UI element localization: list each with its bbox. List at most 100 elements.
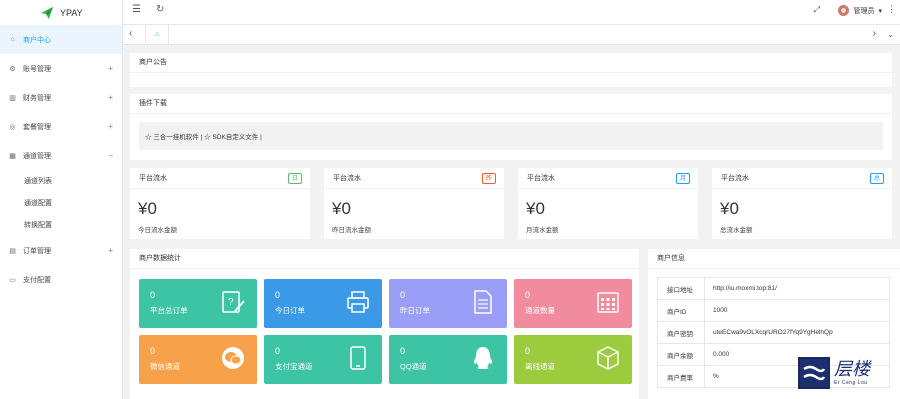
- plugin-links[interactable]: ☆ 三合一挂机软件 | ☆ SDK自定义文件 |: [139, 122, 883, 150]
- info-key: 商户余额: [657, 343, 705, 366]
- tile-today-orders[interactable]: 0 今日订单: [264, 279, 382, 328]
- stat-card-total: 平台流水 总 ¥0 总流水金额: [712, 168, 892, 239]
- tile-number: 0: [150, 290, 156, 300]
- stat-value: ¥0: [138, 199, 157, 218]
- sidebar-item-finance[interactable]: ▥ 财务管理 +: [0, 83, 122, 112]
- stat-card-today: 平台流水 日 ¥0 今日流水金额: [130, 168, 310, 239]
- sidebar-subitem-convert-config[interactable]: 转换配置: [0, 214, 122, 236]
- printer-icon: [347, 291, 369, 313]
- tile-alipay-channel[interactable]: 0 支付宝通道: [264, 335, 382, 384]
- user-menu[interactable]: 管理员 ▾: [838, 5, 882, 16]
- sidebar-item-payment-config[interactable]: ▭ 支付配置: [0, 265, 122, 294]
- tile-yesterday-orders[interactable]: 0 昨日订单: [389, 279, 507, 328]
- brand-name: YPAY: [60, 7, 83, 18]
- tile-number: 0: [525, 346, 531, 356]
- collapse-icon: −: [108, 151, 113, 160]
- table-row: 商户ID 1000: [657, 299, 890, 322]
- plugin-panel: 插件下载 ☆ 三合一挂机软件 | ☆ SDK自定义文件 |: [130, 94, 892, 160]
- info-key: 接口地址: [657, 277, 705, 300]
- gear-icon: ⚙: [9, 65, 16, 73]
- stat-caption: 昨日流水金额: [332, 227, 371, 234]
- tile-number: 0: [525, 290, 531, 300]
- stat-value: ¥0: [526, 199, 545, 218]
- table-row: 商户密钥 uteECwa9vOLXcqrURO27fYq9YgHelhQp: [657, 321, 890, 344]
- panel-title: 商户公告: [130, 53, 892, 73]
- tab-prev-icon[interactable]: ‹: [129, 28, 132, 39]
- more-icon[interactable]: ⋮: [887, 4, 896, 15]
- document-edit-icon: ?: [222, 291, 245, 313]
- watermark-logo: 层楼 Er Ceng Lou: [798, 351, 894, 395]
- stat-caption: 月流水金额: [526, 227, 559, 234]
- sidebar-item-account[interactable]: ⚙ 账号管理 +: [0, 54, 122, 83]
- sidebar-item-merchant-center[interactable]: ⌂ 商户中心: [0, 25, 122, 54]
- tablet-icon: [350, 346, 366, 370]
- money-icon: ▭: [9, 276, 16, 284]
- sidebar-item-package[interactable]: ◎ 套餐管理 +: [0, 112, 122, 141]
- tile-number: 0: [150, 346, 156, 356]
- sidebar-item-orders[interactable]: ▤ 订单管理 +: [0, 236, 122, 265]
- stat-title: 平台流水: [333, 175, 361, 182]
- panel-title: 插件下载: [130, 94, 892, 114]
- expand-icon: +: [108, 246, 113, 255]
- calendar-grid-icon: [597, 292, 619, 313]
- tab-home[interactable]: ⌂: [145, 25, 169, 44]
- expand-icon: +: [108, 122, 113, 131]
- tile-wechat-channel[interactable]: 0 微信通道: [139, 335, 257, 384]
- brand-logo[interactable]: YPAY: [0, 0, 122, 25]
- panel-title: 商户信息: [648, 249, 900, 269]
- home-icon: ⌂: [154, 31, 160, 38]
- svg-text:?: ?: [228, 297, 234, 308]
- sidebar-subitem-channel-config[interactable]: 通道配置: [0, 192, 122, 214]
- home-icon: ⌂: [10, 36, 15, 43]
- stat-card-yesterday: 平台流水 昨 ¥0 昨日流水金额: [324, 168, 504, 239]
- tile-total-orders[interactable]: 0 平台总订单 ?: [139, 279, 257, 328]
- tag-icon: ▤: [9, 247, 16, 255]
- tab-bar: ‹ ⌂ › ⌄: [123, 25, 900, 45]
- qq-penguin-icon: [473, 347, 493, 369]
- refresh-icon[interactable]: ↻: [156, 4, 164, 15]
- sidebar-item-label: 财务管理: [23, 94, 51, 102]
- paper-plane-icon: [40, 6, 54, 19]
- sidebar-item-label: 通道管理: [23, 152, 51, 160]
- info-value: uteECwa9vOLXcqrURO27fYq9YgHelhQp: [704, 321, 890, 344]
- stat-value: ¥0: [720, 199, 739, 218]
- tile-label: 通道数量: [525, 306, 555, 315]
- sidebar-item-label: 套餐管理: [23, 123, 51, 131]
- info-key: 商户ID: [657, 299, 705, 322]
- stat-card-month: 平台流水 月 ¥0 月流水金额: [518, 168, 698, 239]
- tab-next-icon[interactable]: ›: [873, 28, 876, 39]
- sidebar-subitem-channel-list[interactable]: 通道列表: [0, 170, 122, 192]
- sidebar-item-label: 支付配置: [23, 276, 51, 284]
- sidebar-item-channel[interactable]: ▦ 通道管理 −: [0, 141, 122, 170]
- tile-qq-channel[interactable]: 0 QQ通道: [389, 335, 507, 384]
- merchant-stats-panel: 商户数据统计 0 平台总订单 ? 0 今日订单 0 昨日订单 0 通道数量 0 …: [130, 249, 639, 399]
- info-key: 商户费率: [657, 365, 705, 388]
- tile-label: 微信通道: [150, 362, 180, 371]
- watermark-en: Er Ceng Lou: [834, 380, 868, 386]
- tile-number: 0: [400, 346, 406, 356]
- tile-channel-count[interactable]: 0 通道数量: [514, 279, 632, 328]
- sidebar: YPAY ⌂ 商户中心 ⚙ 账号管理 + ▥ 财务管理 + ◎ 套餐管理 + ▦…: [0, 0, 123, 399]
- fullscreen-icon[interactable]: ⤢: [814, 5, 820, 15]
- chart-icon: ▥: [9, 94, 16, 102]
- sidebar-item-label: 订单管理: [23, 247, 51, 255]
- stat-title: 平台流水: [721, 175, 749, 182]
- tile-number: 0: [400, 290, 406, 300]
- watermark-cn: 层楼: [834, 359, 870, 380]
- tile-label: 昨日订单: [400, 306, 430, 315]
- avatar: [838, 5, 850, 16]
- tile-label: QQ通道: [400, 362, 427, 371]
- stat-value: ¥0: [332, 199, 351, 218]
- panel-title: 商户数据统计: [130, 249, 639, 269]
- stat-title: 平台流水: [527, 175, 555, 182]
- file-list-icon: [474, 290, 492, 314]
- status-badge: 总: [869, 173, 884, 184]
- announcement-panel: 商户公告: [130, 53, 892, 87]
- info-value: http://iu.moxmi.top:81/: [704, 277, 890, 300]
- wechat-icon: [222, 347, 244, 369]
- tab-dropdown-icon[interactable]: ⌄: [887, 30, 894, 39]
- watermark-waves-icon: [803, 365, 826, 381]
- tile-offline-channel[interactable]: 0 离线通道: [514, 335, 632, 384]
- expand-icon: +: [108, 93, 113, 102]
- menu-fold-icon[interactable]: ☰: [132, 4, 141, 15]
